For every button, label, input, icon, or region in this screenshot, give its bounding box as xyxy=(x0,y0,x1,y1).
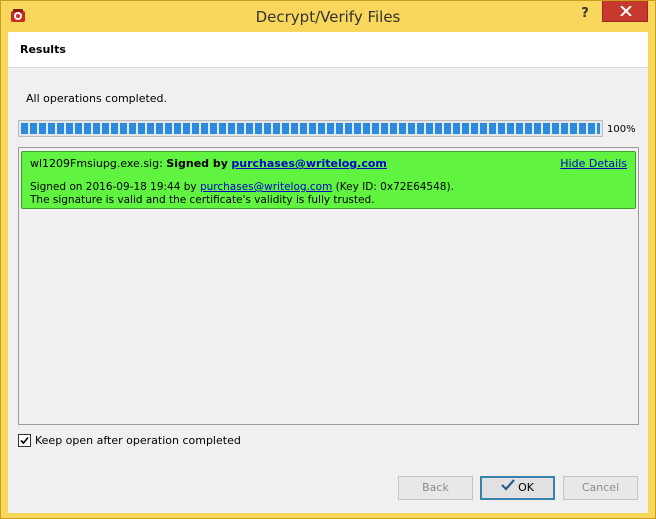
status-text: All operations completed. xyxy=(26,92,168,105)
ok-button[interactable]: OK xyxy=(480,476,555,500)
results-list[interactable]: wl1209Fmsiupg.exe.sig: Signed by purchas… xyxy=(18,147,639,425)
signature-details: Signed on 2016-09-18 19:44 by purchases@… xyxy=(30,181,454,193)
keep-open-checkbox[interactable] xyxy=(18,434,31,447)
signer-details-link[interactable]: purchases@writelog.com xyxy=(200,181,332,193)
checkmark-icon xyxy=(20,436,29,445)
close-button[interactable] xyxy=(602,1,648,22)
back-button[interactable]: Back xyxy=(398,476,473,500)
signed-by-label: Signed by xyxy=(166,157,228,170)
ok-label: OK xyxy=(518,481,534,494)
signed-on-text: Signed on 2016-09-18 19:44 by xyxy=(30,181,197,193)
result-filename: wl1209Fmsiupg.exe.sig: xyxy=(30,157,163,170)
result-summary: wl1209Fmsiupg.exe.sig: Signed by purchas… xyxy=(30,157,387,170)
page-title: Results xyxy=(20,43,66,56)
progress-bar xyxy=(18,120,603,137)
progress-fill xyxy=(21,123,600,134)
dialog-window: Decrypt/Verify Files ? Results All opera… xyxy=(0,0,656,519)
title-bar[interactable]: Decrypt/Verify Files ? xyxy=(1,1,655,33)
signer-link[interactable]: purchases@writelog.com xyxy=(231,157,386,170)
progress-label: 100% xyxy=(607,124,636,135)
checkmark-icon xyxy=(501,478,515,498)
keep-open-label: Keep open after operation completed xyxy=(35,434,241,447)
result-item: wl1209Fmsiupg.exe.sig: Signed by purchas… xyxy=(21,151,636,209)
close-icon xyxy=(620,6,632,16)
window-title: Decrypt/Verify Files xyxy=(255,8,401,26)
hide-details-link[interactable]: Hide Details xyxy=(560,157,627,170)
help-button[interactable]: ? xyxy=(574,5,596,25)
dialog-client-area: Results All operations completed. 100% w… xyxy=(8,32,648,513)
wizard-header: Results xyxy=(8,32,648,68)
key-id-text: (Key ID: 0x72E64548). xyxy=(335,181,454,193)
cancel-button[interactable]: Cancel xyxy=(563,476,638,500)
validity-text: The signature is valid and the certifica… xyxy=(30,194,375,206)
